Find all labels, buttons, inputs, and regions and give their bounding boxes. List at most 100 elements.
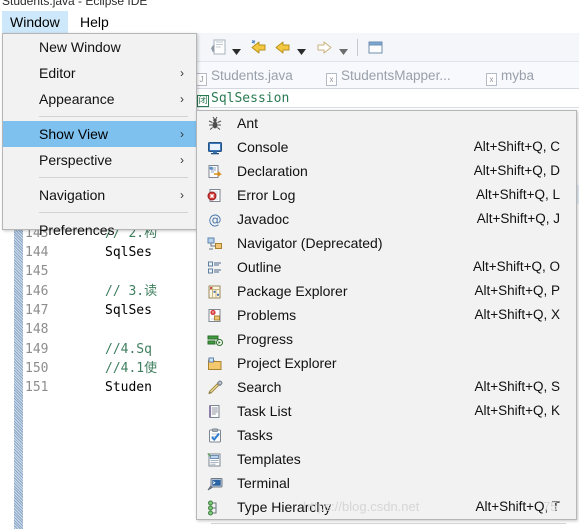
task-list-icon: [207, 403, 223, 419]
menu-separator: [211, 523, 566, 524]
show-view-item-terminal[interactable]: Terminal: [197, 471, 576, 495]
menu-item-label: Task List: [237, 403, 292, 419]
show-view-item-task-list[interactable]: Task List Alt+Shift+Q, K: [197, 399, 576, 423]
menu-item-accelerator: Alt+Shift+Q, S: [474, 379, 560, 394]
show-view-item-ant[interactable]: Ant: [197, 111, 576, 135]
search-icon: [207, 379, 223, 395]
outline-icon: [207, 259, 223, 275]
type-hierarchy-icon: [207, 499, 223, 516]
show-view-item-javadoc[interactable]: @ Javadoc Alt+Shift+Q, J: [197, 207, 576, 231]
show-view-item-templates[interactable]: Templates: [197, 447, 576, 471]
window-menu-item-show-view[interactable]: Show View ›: [3, 121, 196, 147]
tab-label: StudentsMapper...: [341, 68, 451, 83]
line-number: 145: [25, 264, 49, 280]
toolbar-separator: [357, 39, 358, 56]
menu-item-label: Type Hierarchy: [237, 499, 332, 515]
show-view-item-type-hierarchy[interactable]: Type Hierarchy Alt+Shift+Q, T: [197, 495, 576, 519]
window-menu-item-navigation[interactable]: Navigation ›: [3, 182, 196, 208]
dropdown-arrow-icon[interactable]: [297, 42, 306, 60]
menu-item-label: Error Log: [237, 187, 296, 203]
show-view-item-progress[interactable]: Progress: [197, 327, 576, 351]
code-span: //4.Sq: [105, 341, 152, 357]
svg-text:@: @: [209, 213, 222, 228]
editor-tab-mybatis[interactable]: x myba: [486, 62, 534, 89]
window-menu-item-appearance[interactable]: Appearance ›: [3, 86, 196, 112]
error-log-icon: [207, 187, 223, 203]
xml-file-icon: x: [486, 73, 497, 86]
tasks-icon: [207, 427, 223, 443]
line-number: 151: [25, 380, 49, 396]
window-menu-item-preferences[interactable]: Preferences: [3, 217, 196, 243]
show-view-submenu[interactable]: Ant Console Alt+Shift+Q, C Declaration Alt+S…: [196, 110, 577, 524]
window-dropdown-menu[interactable]: New Window Editor › Appearance › Show View › Pe…: [2, 33, 197, 238]
line-number: 147: [25, 303, 49, 318]
line-number: 146: [25, 283, 49, 299]
menu-item-accelerator: Alt+Shift+Q, J: [476, 211, 560, 226]
window-menu-item-new-window[interactable]: New Window: [3, 34, 196, 60]
menu-item-label: Project Explorer: [237, 355, 337, 371]
show-view-item-error-log[interactable]: Error Log Alt+Shift+Q, L: [197, 183, 576, 207]
editor-tab-students-java[interactable]: J Students.java: [196, 62, 293, 89]
menu-item-accelerator: Alt+Shift+Q, K: [474, 403, 560, 418]
dropdown-arrow-icon[interactable]: [232, 42, 241, 60]
show-view-item-navigator-deprecated[interactable]: Navigator (Deprecated): [197, 231, 576, 255]
open-type-icon[interactable]: [210, 39, 227, 61]
line-number: 150: [25, 360, 49, 376]
menu-item-label: Navigator (Deprecated): [237, 235, 383, 251]
menu-separator: [39, 212, 188, 213]
show-view-item-console[interactable]: Console Alt+Shift+Q, C: [197, 135, 576, 159]
code-span: // 3.读: [105, 283, 158, 299]
dropdown-arrow-icon[interactable]: [339, 42, 348, 60]
line-number: 149: [25, 341, 49, 357]
submenu-arrow-icon: ›: [180, 66, 184, 80]
back-history-icon[interactable]: [250, 39, 268, 61]
breadcrumb[interactable]: 闭 SqlSession: [196, 89, 579, 108]
show-view-item-tasks[interactable]: Tasks: [197, 423, 576, 447]
menu-item-label: Declaration: [237, 163, 308, 179]
show-view-item-search[interactable]: Search Alt+Shift+Q, S: [197, 375, 576, 399]
window-menu-item-perspective[interactable]: Perspective ›: [3, 147, 196, 173]
show-view-item-project-explorer[interactable]: Project Explorer: [197, 351, 576, 375]
class-icon: 闭: [197, 95, 209, 107]
menu-item-accelerator: Alt+Shift+Q, O: [472, 259, 560, 274]
window-title: Students.java - Eclipse IDE: [2, 0, 148, 8]
menu-item-label: New Window: [39, 39, 121, 55]
navigator-icon: [207, 235, 223, 251]
templates-icon: [207, 451, 223, 467]
show-view-item-package-explorer[interactable]: Package Explorer Alt+Shift+Q, P: [197, 279, 576, 303]
submenu-arrow-icon: ›: [180, 188, 184, 202]
menubar-item-window[interactable]: Window: [2, 11, 68, 33]
code-span: SqlSes: [105, 303, 152, 318]
menu-item-label: Outline: [237, 259, 282, 275]
submenu-arrow-icon: ›: [180, 153, 184, 167]
menu-item-label: Show View: [39, 126, 109, 142]
code-span: SqlSes: [105, 245, 152, 261]
menu-item-label: Templates: [237, 451, 301, 467]
package-explorer-icon: [207, 283, 223, 299]
terminal-icon: [207, 475, 223, 491]
menu-item-label: Appearance: [39, 91, 115, 107]
show-view-item-outline[interactable]: Outline Alt+Shift+Q, O: [197, 255, 576, 279]
project-explorer-icon: [207, 355, 223, 371]
eclipse-window: Students.java - Eclipse IDE Window Help: [0, 0, 579, 529]
menu-item-accelerator: Alt+Shift+Q, P: [474, 283, 560, 298]
menu-item-label: Tasks: [237, 427, 273, 443]
menu-bar: Window Help: [0, 11, 579, 33]
menu-item-accelerator: Alt+Shift+Q, T: [475, 499, 560, 514]
back-arrow-icon[interactable]: [274, 39, 292, 61]
tab-label: myba: [501, 68, 535, 83]
submenu-arrow-icon: ›: [180, 127, 184, 141]
line-number: 144: [25, 245, 49, 261]
show-view-item-problems[interactable]: Problems Alt+Shift+Q, X: [197, 303, 576, 327]
new-java-project-icon[interactable]: [368, 39, 386, 61]
menu-item-label: Ant: [237, 115, 259, 131]
menubar-item-help[interactable]: Help: [72, 11, 117, 33]
editor-toolbar: [196, 33, 579, 62]
window-menu-item-editor[interactable]: Editor ›: [3, 60, 196, 86]
xml-file-icon: x: [326, 73, 337, 86]
menu-item-label: Editor: [39, 65, 76, 81]
menu-item-accelerator: Alt+Shift+Q, C: [473, 139, 560, 154]
show-view-item-declaration[interactable]: Declaration Alt+Shift+Q, D: [197, 159, 576, 183]
editor-tab-students-mapper[interactable]: x StudentsMapper...: [326, 62, 451, 89]
forward-arrow-icon[interactable]: [315, 39, 333, 61]
